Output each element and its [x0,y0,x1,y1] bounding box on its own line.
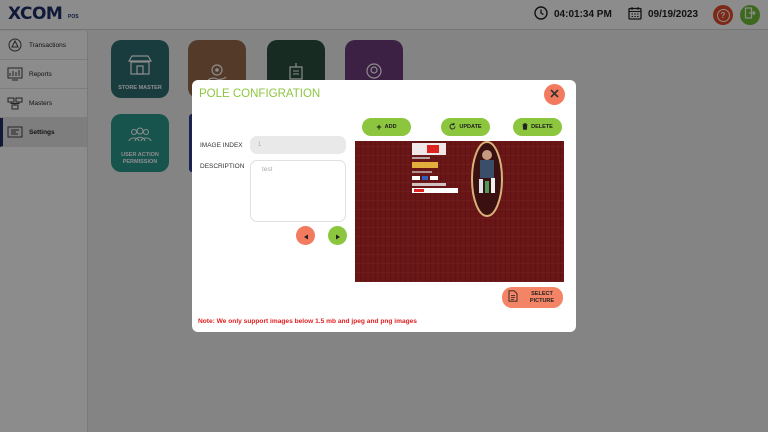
select-picture-label: SELECT PICTURE [529,290,555,304]
update-label: UPDATE [459,124,482,130]
trash-icon [522,122,528,132]
add-label: ADD [384,124,397,130]
image-preview [355,141,564,282]
modal-title: POLE CONFIGRATION [199,88,321,100]
next-image-button[interactable] [328,226,347,245]
delete-label: DELETE [531,124,553,130]
image-index-input[interactable]: 1 [250,136,346,154]
select-picture-button[interactable]: SELECT PICTURE [502,287,563,308]
close-icon [550,88,559,101]
add-button[interactable]: + ADD [362,118,411,136]
plus-icon: + [376,121,382,132]
update-button[interactable]: UPDATE [441,118,490,136]
file-icon [508,289,518,307]
pole-display-image [412,141,503,217]
arrow-left-icon [303,227,309,245]
description-input[interactable]: test [250,160,346,222]
close-button[interactable] [544,84,565,105]
delete-button[interactable]: DELETE [513,118,562,136]
pole-configuration-modal: POLE CONFIGRATION + ADD UPDATE DELETE IM… [192,80,576,332]
image-index-label: IMAGE INDEX [200,142,243,149]
upload-note: Note: We only support images below 1.5 m… [198,318,417,325]
refresh-icon [449,122,456,132]
previous-image-button[interactable] [296,226,315,245]
arrow-right-icon [335,227,341,245]
description-label: DESCRIPTION [200,163,245,170]
